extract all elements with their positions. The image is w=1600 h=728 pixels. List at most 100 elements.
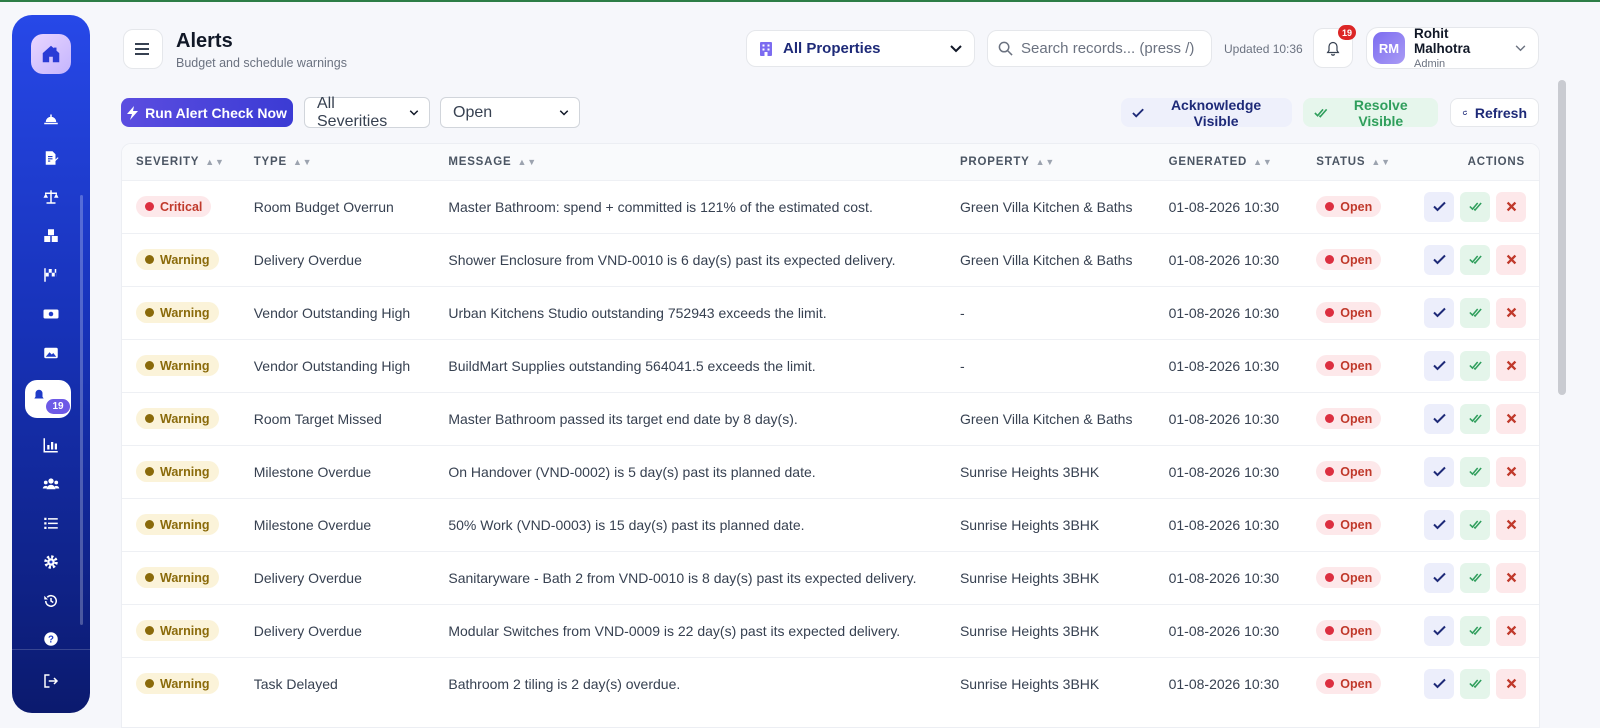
sidebar-item-list[interactable] [36,509,66,537]
resolve-button[interactable] [1460,615,1490,646]
acknowledge-button[interactable] [1424,668,1454,699]
sidebar-item-gallery[interactable] [36,339,66,367]
acknowledge-button[interactable] [1424,244,1454,275]
table-row[interactable]: Warning Vendor Outstanding High Urban Kitc… [122,286,1539,339]
resolve-button[interactable] [1460,350,1490,381]
sidebar-item-settings[interactable] [36,548,66,576]
resolve-button[interactable] [1460,403,1490,434]
acknowledge-button[interactable] [1424,350,1454,381]
resolve-button[interactable] [1460,562,1490,593]
sidebar-item-history[interactable] [36,587,66,615]
column-header-message[interactable]: MESSAGE ▲▼ [448,144,960,180]
type-cell: Delivery Overdue [253,569,362,586]
hard-hat-icon [44,114,58,125]
column-header-property[interactable]: PROPERTY ▲▼ [960,144,1169,180]
resolve-button[interactable] [1460,244,1490,275]
acknowledge-button[interactable] [1424,297,1454,328]
property-select[interactable]: All Properties [746,30,975,67]
resolve-button[interactable] [1460,297,1490,328]
acknowledge-button[interactable] [1424,509,1454,540]
dismiss-button[interactable] [1496,509,1526,540]
property-select-value: All Properties [783,40,881,57]
bar-chart-icon [43,438,58,453]
acknowledge-button[interactable] [1424,191,1454,222]
property-cell: Sunrise Heights 3BHK [959,516,1100,533]
acknowledge-button[interactable] [1424,403,1454,434]
column-header-status[interactable]: STATUS ▲▼ [1316,144,1416,180]
dismiss-button[interactable] [1496,297,1526,328]
check-icon [1432,677,1446,690]
sidebar-item-reports[interactable] [36,431,66,459]
dismiss-button[interactable] [1496,244,1526,275]
run-alert-check-button[interactable]: Run Alert Check Now [121,98,293,127]
resolve-button[interactable] [1460,456,1490,487]
column-header-type[interactable]: TYPE ▲▼ [254,144,449,180]
acknowledge-button[interactable] [1424,456,1454,487]
refresh-button[interactable]: Refresh [1450,98,1539,127]
close-icon [1505,465,1518,478]
table-row[interactable]: Warning Vendor Outstanding High BuildMart … [122,339,1539,392]
column-header-severity[interactable]: SEVERITY ▲▼ [122,144,254,180]
sidebar-item-team[interactable] [36,470,66,498]
sidebar-item-inventory[interactable] [36,222,66,250]
status-filter-select[interactable]: Open [440,97,580,128]
dismiss-button[interactable] [1496,350,1526,381]
severity-badge: Warning [136,567,219,588]
status-cell: Open [1316,392,1416,445]
check-icon [1432,253,1446,266]
status-cell: Open [1316,180,1416,233]
sidebar-item-documents[interactable] [36,144,66,172]
property-cell: Green Villa Kitchen & Baths [959,251,1133,268]
dismiss-button[interactable] [1496,668,1526,699]
resolve-button[interactable] [1460,191,1490,222]
search-box[interactable] [987,30,1212,67]
actions-cell [1416,551,1539,604]
sidebar-item-payments[interactable] [36,300,66,328]
dismiss-button[interactable] [1496,403,1526,434]
severity-cell: Warning [122,339,254,392]
column-header-generated[interactable]: GENERATED ▲▼ [1169,144,1317,180]
status-dot-icon [1325,573,1335,582]
table-row[interactable]: Warning Delivery Overdue Sanitaryware - Ba… [122,551,1539,604]
dismiss-button[interactable] [1496,191,1526,222]
table-row[interactable]: Warning Room Target Missed Master Bathroom… [122,392,1539,445]
table-row[interactable]: Warning Task Delayed Bathroom 2 tiling is … [122,657,1539,710]
acknowledge-button[interactable] [1424,562,1454,593]
user-menu[interactable]: RM Rohit Malhotra Admin [1366,26,1539,70]
dismiss-button[interactable] [1496,615,1526,646]
type-cell: Delivery Overdue [253,622,362,639]
acknowledge-visible-button[interactable]: Acknowledge Visible [1121,97,1292,129]
severity-cell: Warning [122,392,254,445]
status-dot-icon [1325,626,1335,635]
resolve-button[interactable] [1460,509,1490,540]
page-subtitle: Budget and schedule warnings [176,56,347,70]
sidebar-scrollbar[interactable] [80,195,83,625]
sidebar-item-construction[interactable] [36,105,66,133]
generated-cell: 01-08-2026 10:30 [1168,251,1280,268]
menu-toggle-button[interactable] [123,29,163,69]
resolve-button[interactable] [1460,668,1490,699]
sidebar-logout[interactable] [36,667,66,695]
acknowledge-button[interactable] [1424,615,1454,646]
status-badge: Open [1316,408,1382,429]
search-input[interactable] [1021,40,1201,57]
double-check-icon [1468,465,1482,478]
dismiss-button[interactable] [1496,562,1526,593]
table-row[interactable]: Warning Milestone Overdue On Handover (VND… [122,445,1539,498]
dismiss-button[interactable] [1496,456,1526,487]
sidebar-item-milestones[interactable] [36,261,66,289]
resolve-visible-button[interactable]: Resolve Visible [1303,97,1438,129]
page-scrollbar[interactable] [1558,80,1566,395]
status-dot-icon [1325,679,1335,689]
table-row[interactable]: Critical Room Budget Overrun Master Bathro… [122,180,1539,233]
severity-cell: Warning [122,445,254,498]
table-row[interactable]: Warning Delivery Overdue Shower Enclosure … [122,233,1539,286]
double-check-icon [1468,359,1482,372]
images-icon [44,347,58,359]
home-logo-icon[interactable] [31,34,71,74]
severity-filter-select[interactable]: All Severities [304,95,430,130]
sidebar-item-legal[interactable] [36,183,66,211]
table-row[interactable]: Warning Milestone Overdue 50% Work (VND-00… [122,498,1539,551]
table-row[interactable]: Warning Delivery Overdue Modular Switches … [122,604,1539,657]
status-badge: Open [1316,620,1382,641]
